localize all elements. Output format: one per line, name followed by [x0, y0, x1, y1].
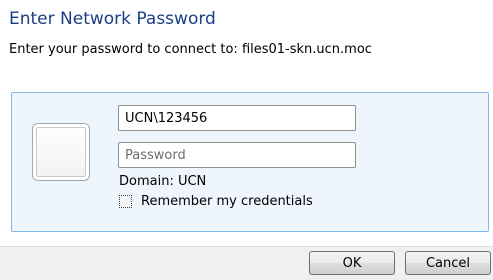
cancel-button[interactable]: Cancel: [405, 251, 491, 275]
password-input[interactable]: [118, 142, 356, 168]
dialog-subtitle: Enter your password to connect to: files…: [9, 42, 372, 57]
user-picture-icon: [32, 123, 90, 181]
dialog-title: Enter Network Password: [9, 9, 216, 29]
network-password-dialog: Enter Network Password Enter your passwo…: [0, 0, 493, 280]
button-bar: OK Cancel: [0, 246, 493, 280]
remember-credentials-option[interactable]: Remember my credentials: [119, 192, 313, 210]
domain-label: Domain: UCN: [119, 174, 207, 189]
username-input[interactable]: [118, 105, 356, 131]
credential-tile: Domain: UCN Remember my credentials: [11, 92, 489, 232]
remember-credentials-label[interactable]: Remember my credentials: [141, 194, 313, 209]
ok-button[interactable]: OK: [309, 251, 395, 275]
remember-credentials-checkbox[interactable]: [119, 194, 132, 208]
